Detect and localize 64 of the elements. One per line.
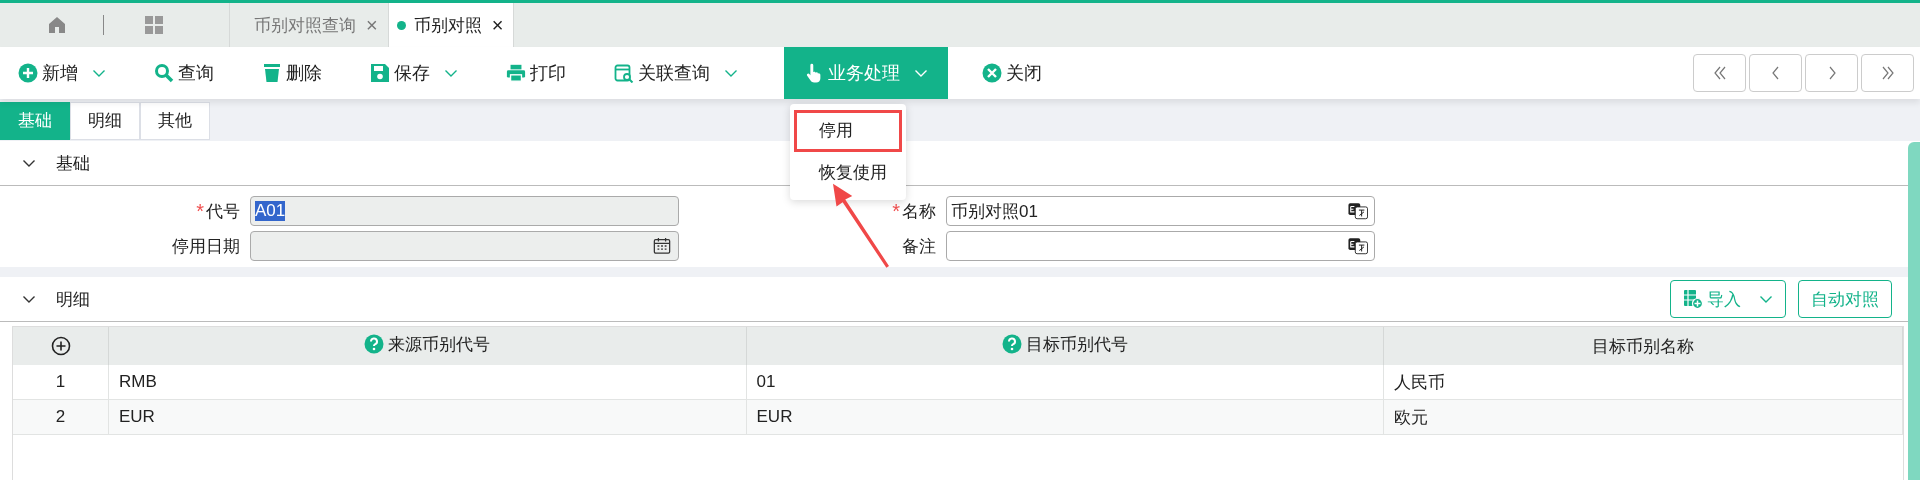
trash-icon [262,63,282,83]
toolbar-button[interactable]: 保存 [368,47,472,99]
menu-item[interactable]: 停用 [794,110,902,152]
plus-icon [18,63,38,83]
input-field[interactable]: 币别对照01 [946,196,1375,226]
document-search-icon [614,63,634,83]
close-icon[interactable]: × [491,13,504,37]
column-title: 来源币别代号 [388,333,491,356]
caret-icon [724,68,738,78]
caret-icon [1759,294,1773,304]
pager-button[interactable] [1861,54,1914,92]
table-cell: 人民币 [1383,365,1903,400]
printer-icon [506,63,526,83]
field-label: 代号 [206,200,240,223]
active-dot [396,20,406,30]
toolbar-button[interactable]: 删除 [260,47,336,99]
add-row-icon[interactable] [50,336,71,356]
close-icon [982,63,1002,83]
table-cell: RMB [108,365,747,400]
help-icon[interactable] [1001,334,1022,355]
required-mark: * [196,199,204,223]
field-label: 备注 [902,235,936,258]
grid-icon[interactable] [144,15,164,35]
table-cell: 欧元 [1383,399,1903,435]
search-icon [154,63,174,83]
import-sheet-icon [1683,289,1703,309]
home-icon[interactable] [47,15,67,35]
scrollbar[interactable] [1908,142,1920,480]
toolbar-button[interactable]: 新增 [16,47,120,99]
tab-label[interactable]: 币别对照 [413,13,482,37]
input-field[interactable] [946,231,1375,261]
section-title: 基础 [56,152,90,175]
required-mark: * [892,199,900,223]
close-icon[interactable]: × [366,13,378,37]
pager-button[interactable] [1805,54,1858,92]
chevron-down-icon[interactable] [22,158,36,168]
help-icon[interactable] [364,334,385,355]
row-number: 1 [13,365,109,400]
table-cell: EUR [746,399,1384,435]
field-label: 停用日期 [172,235,240,258]
menu-item[interactable]: 恢复使用 [794,152,902,194]
section-tab[interactable]: 明细 [70,102,140,140]
toolbar-button[interactable]: 关闭 [980,47,1056,99]
caret-icon [444,68,458,78]
page-tab[interactable]: 币别对照 × [388,3,515,47]
table-cell: 01 [746,365,1384,400]
toolbar-button[interactable]: 关联查询 [612,47,752,99]
column-title: 目标币别代号 [1025,333,1128,356]
column-title: 目标币别名称 [1592,335,1695,358]
toolbar-button[interactable]: 查询 [152,47,228,99]
section-tab[interactable]: 其他 [140,102,210,140]
tab-label[interactable]: 币别对照查询 [254,13,356,37]
caret-icon [92,68,106,78]
caret-icon [914,68,928,78]
translate-icon[interactable] [1348,237,1368,255]
translate-icon[interactable] [1348,202,1368,220]
toolbar-button[interactable]: 打印 [504,47,580,99]
field-label: 名称 [902,200,936,223]
pager-button[interactable] [1749,54,1802,92]
chevron-down-icon[interactable] [22,294,36,304]
table-cell: EUR [108,399,747,435]
row-number: 2 [13,399,109,435]
pager-button[interactable] [1693,54,1746,92]
section-title: 明细 [56,288,90,311]
